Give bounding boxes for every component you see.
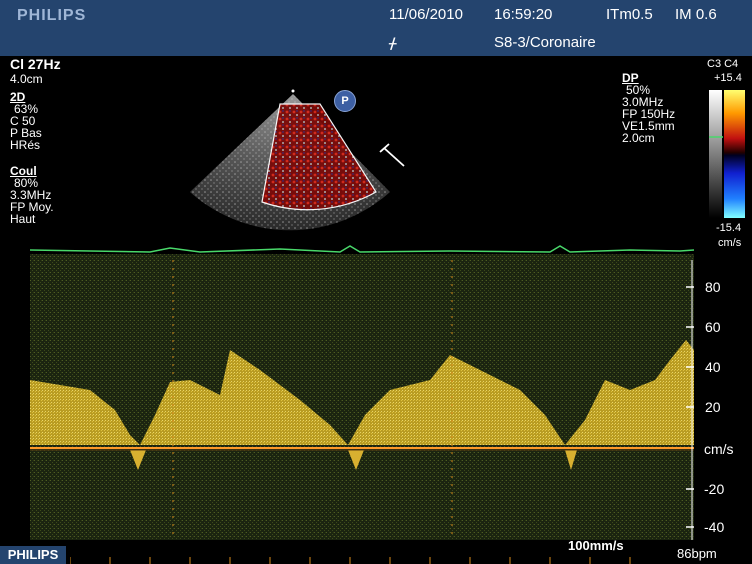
mechanical-index: IM 0.6 bbox=[675, 6, 717, 23]
exam-date: 11/06/2010 bbox=[389, 6, 463, 23]
spectral-doppler-display bbox=[30, 245, 694, 540]
heart-rate: 86bpm bbox=[677, 546, 717, 561]
scale-tick-minus20: -20 bbox=[704, 481, 725, 497]
scale-tick-80: 80 bbox=[705, 279, 721, 295]
scale-tick-minus40: -40 bbox=[704, 519, 725, 535]
thermal-index: ITm0.5 bbox=[606, 6, 653, 23]
colorbar-unit: cm/s bbox=[718, 237, 742, 249]
color-mode: Haut bbox=[10, 212, 36, 226]
twod-resolution: HRés bbox=[10, 138, 41, 152]
sweep-speed: 100mm/s bbox=[568, 538, 624, 553]
frame-rate: Cl 27Hz bbox=[10, 56, 61, 72]
baseline-unit: cm/s bbox=[704, 441, 734, 457]
sector-p-badge-icon: P bbox=[334, 90, 356, 112]
scale-tick-20: 20 bbox=[705, 399, 721, 415]
right-parameters: DP 50% 3.0MHz FP 150Hz VE1.5mm 2.0cm bbox=[622, 72, 675, 144]
colorbar-min: -15.4 bbox=[716, 222, 742, 234]
probe-preset: S8-3/Coronaire bbox=[494, 34, 596, 51]
colorbar-map: C3 C4 bbox=[707, 58, 739, 70]
sector-image bbox=[190, 89, 405, 231]
cursor-marker-icon: ᚋ bbox=[389, 35, 397, 52]
time-ruler bbox=[70, 557, 631, 564]
philips-logo: PHILIPS bbox=[17, 7, 87, 24]
ecg-trace bbox=[30, 245, 694, 253]
color-velocity-bar bbox=[709, 90, 745, 218]
scale-tick-60: 60 bbox=[705, 319, 721, 335]
left-parameters: Cl 27Hz 4.0cm 2D 63% C 50 P Bas HRés Cou… bbox=[10, 56, 61, 226]
scale-tick-40: 40 bbox=[705, 359, 721, 375]
philips-footer-logo: PHILIPS bbox=[0, 546, 66, 564]
colorbar-max: +15.4 bbox=[714, 72, 742, 84]
exam-time: 16:59:20 bbox=[494, 6, 553, 23]
depth: 4.0cm bbox=[10, 72, 43, 86]
pw-gate-depth: 2.0cm bbox=[622, 131, 655, 145]
